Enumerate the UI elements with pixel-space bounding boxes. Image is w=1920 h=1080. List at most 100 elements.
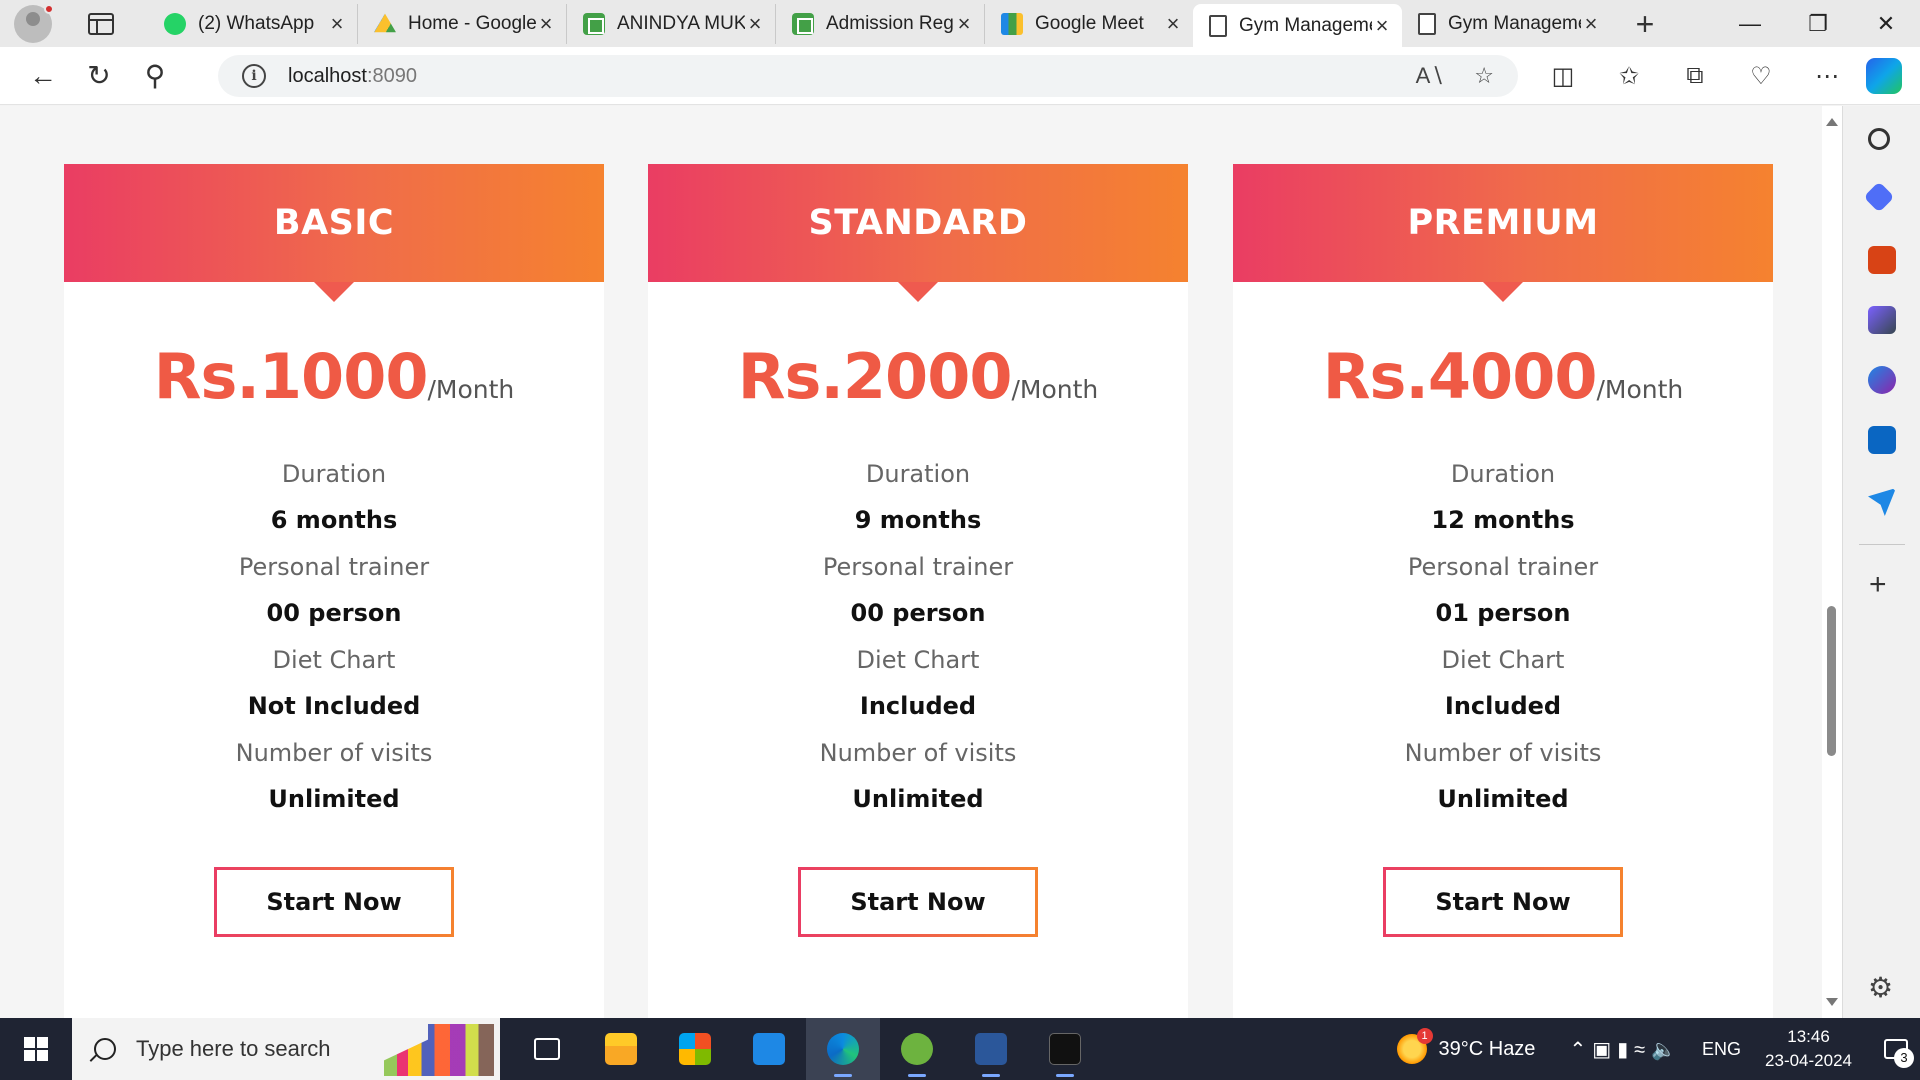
clock[interactable]: 13:46 23-04-2024 — [1765, 1025, 1852, 1073]
task-view-button[interactable] — [510, 1018, 584, 1080]
feature-list: Duration 12 months Personal trainer 01 p… — [1233, 451, 1773, 823]
page-icon — [1209, 14, 1227, 37]
tab-google-meet[interactable]: Google Meet × — [984, 3, 1193, 44]
feature-label: Diet Chart — [856, 646, 980, 674]
pricing-card-premium: PREMIUM Rs.4000/Month Duration 12 months… — [1233, 164, 1773, 1018]
start-now-button[interactable]: Start Now — [1383, 867, 1623, 937]
search-icon[interactable]: ⚲ — [140, 60, 170, 91]
tab-close-icon[interactable]: × — [1163, 11, 1183, 37]
feature-value: 6 months — [270, 506, 398, 534]
google-meet-icon — [1001, 12, 1023, 35]
favorite-star-icon[interactable]: ☆ — [1474, 63, 1494, 89]
tab-whatsapp[interactable]: (2) WhatsApp × — [148, 4, 357, 44]
page-scrollbar[interactable] — [1822, 106, 1842, 1018]
collections-icon[interactable]: ⧉ — [1662, 62, 1728, 90]
taskbar-apps — [510, 1018, 1102, 1080]
scroll-up-arrow-icon[interactable] — [1826, 118, 1838, 126]
tab-title: Google Meet — [1035, 12, 1144, 34]
notification-center-button[interactable]: 3 — [1872, 1018, 1920, 1080]
feature-value: Unlimited — [268, 785, 400, 813]
new-tab-button[interactable]: + — [1625, 8, 1665, 40]
restore-button[interactable]: ❐ — [1784, 11, 1852, 37]
tab-close-icon[interactable]: × — [954, 11, 974, 37]
start-button[interactable] — [0, 1018, 72, 1080]
shopping-tag-icon[interactable] — [1863, 181, 1895, 213]
pricing-section: BASIC Rs.1000/Month Duration 6 months Pe… — [0, 106, 1822, 1018]
start-now-button[interactable]: Start Now — [798, 867, 1038, 937]
feature-value: 01 person — [1435, 599, 1571, 627]
feature-value: 00 person — [266, 599, 402, 627]
favorites-icon[interactable]: ✩ — [1596, 62, 1662, 91]
windows-logo-icon — [24, 1037, 48, 1061]
copilot-icon[interactable] — [1866, 58, 1902, 94]
google-sheets-icon — [792, 12, 814, 35]
tab-close-icon[interactable]: × — [1372, 13, 1392, 39]
address-bar[interactable]: i localhost:8090 A∖ ☆ — [218, 55, 1518, 97]
feature-list: Duration 6 months Personal trainer 00 pe… — [64, 451, 604, 823]
refresh-button[interactable]: ↻ — [84, 60, 114, 91]
taskbar-edge[interactable] — [806, 1018, 880, 1080]
tab-close-icon[interactable]: × — [327, 11, 347, 37]
tab-sheet-admission[interactable]: Admission Register × — [775, 3, 984, 44]
tab-actions-icon[interactable] — [88, 12, 114, 35]
tab-google-drive[interactable]: Home - Google Drive × — [357, 3, 566, 44]
microsoft-365-icon[interactable] — [1868, 366, 1896, 394]
scroll-down-arrow-icon[interactable] — [1826, 998, 1838, 1006]
sidebar-search-icon[interactable] — [1868, 128, 1890, 150]
feature-value: Included — [859, 692, 977, 720]
close-window-button[interactable]: ✕ — [1852, 11, 1920, 37]
tab-gym-management-active[interactable]: Gym Management × — [1193, 3, 1402, 48]
games-icon[interactable] — [1868, 306, 1896, 334]
feature-label: Diet Chart — [272, 646, 396, 674]
feature-label: Number of visits — [819, 739, 1017, 767]
site-info-icon[interactable]: i — [242, 64, 266, 88]
task-view-icon — [534, 1038, 560, 1060]
tray-icons[interactable]: ⌃▣▮≈🔈 — [1569, 1037, 1682, 1062]
volume-icon: 🔈 — [1651, 1038, 1683, 1061]
taskbar-file-explorer[interactable] — [584, 1018, 658, 1080]
mysql-icon — [1049, 1033, 1081, 1065]
tab-title: ANINDYA MUKHERJEE — [617, 12, 745, 34]
send-icon[interactable] — [1868, 488, 1896, 516]
split-screen-icon[interactable]: ◫ — [1530, 62, 1596, 91]
outlook-icon[interactable] — [1868, 426, 1896, 454]
feature-label: Duration — [1450, 460, 1556, 488]
add-sidebar-app-icon[interactable]: + — [1869, 570, 1887, 600]
browser-essentials-icon[interactable]: ♡ — [1728, 62, 1794, 91]
device-icon: ▣ — [1592, 1038, 1618, 1061]
more-options-icon[interactable]: ⋯ — [1794, 62, 1860, 91]
feature-label: Personal trainer — [822, 553, 1014, 581]
sidebar-settings-icon[interactable]: ⚙ — [1868, 974, 1893, 1002]
minimize-button[interactable]: — — [1716, 11, 1784, 37]
weather-widget[interactable]: 1 39°C Haze — [1396, 1028, 1536, 1064]
language-indicator[interactable]: ENG — [1702, 1039, 1741, 1060]
weather-text: 39°C Haze — [1438, 1037, 1536, 1060]
show-hidden-icons-chevron-icon: ⌃ — [1569, 1038, 1593, 1061]
browser-tab-strip: (2) WhatsApp × Home - Google Drive × ANI… — [0, 0, 1920, 48]
feature-label: Personal trainer — [1407, 553, 1599, 581]
search-icon — [94, 1038, 116, 1060]
profile-avatar-icon[interactable] — [14, 3, 54, 43]
tab-close-icon[interactable]: × — [1581, 11, 1601, 37]
tools-briefcase-icon[interactable] — [1868, 246, 1896, 274]
tab-gym-management[interactable]: Gym Management × — [1402, 4, 1611, 44]
battery-icon: ▮ — [1617, 1038, 1635, 1061]
back-button[interactable]: ← — [28, 60, 58, 91]
page-icon — [1418, 12, 1436, 35]
taskbar-search-box[interactable]: Type here to search — [72, 1018, 500, 1080]
taskbar-word[interactable] — [954, 1018, 1028, 1080]
card-header: PREMIUM — [1233, 164, 1773, 302]
taskbar-spring-tool[interactable] — [880, 1018, 954, 1080]
search-highlight-books-icon — [384, 1024, 494, 1076]
tab-sheet-anindya[interactable]: ANINDYA MUKHERJEE × — [566, 3, 775, 44]
taskbar-microsoft-store[interactable] — [658, 1018, 732, 1080]
tab-close-icon[interactable]: × — [536, 11, 556, 37]
read-aloud-icon[interactable]: A∖ — [1416, 63, 1445, 89]
start-now-button[interactable]: Start Now — [214, 867, 454, 937]
url-text[interactable]: localhost:8090 — [288, 65, 417, 88]
taskbar-mail[interactable] — [732, 1018, 806, 1080]
price-amount: Rs.1000 — [153, 340, 429, 413]
tab-close-icon[interactable]: × — [745, 11, 765, 37]
scrollbar-thumb[interactable] — [1827, 606, 1836, 756]
taskbar-mysql[interactable] — [1028, 1018, 1102, 1080]
